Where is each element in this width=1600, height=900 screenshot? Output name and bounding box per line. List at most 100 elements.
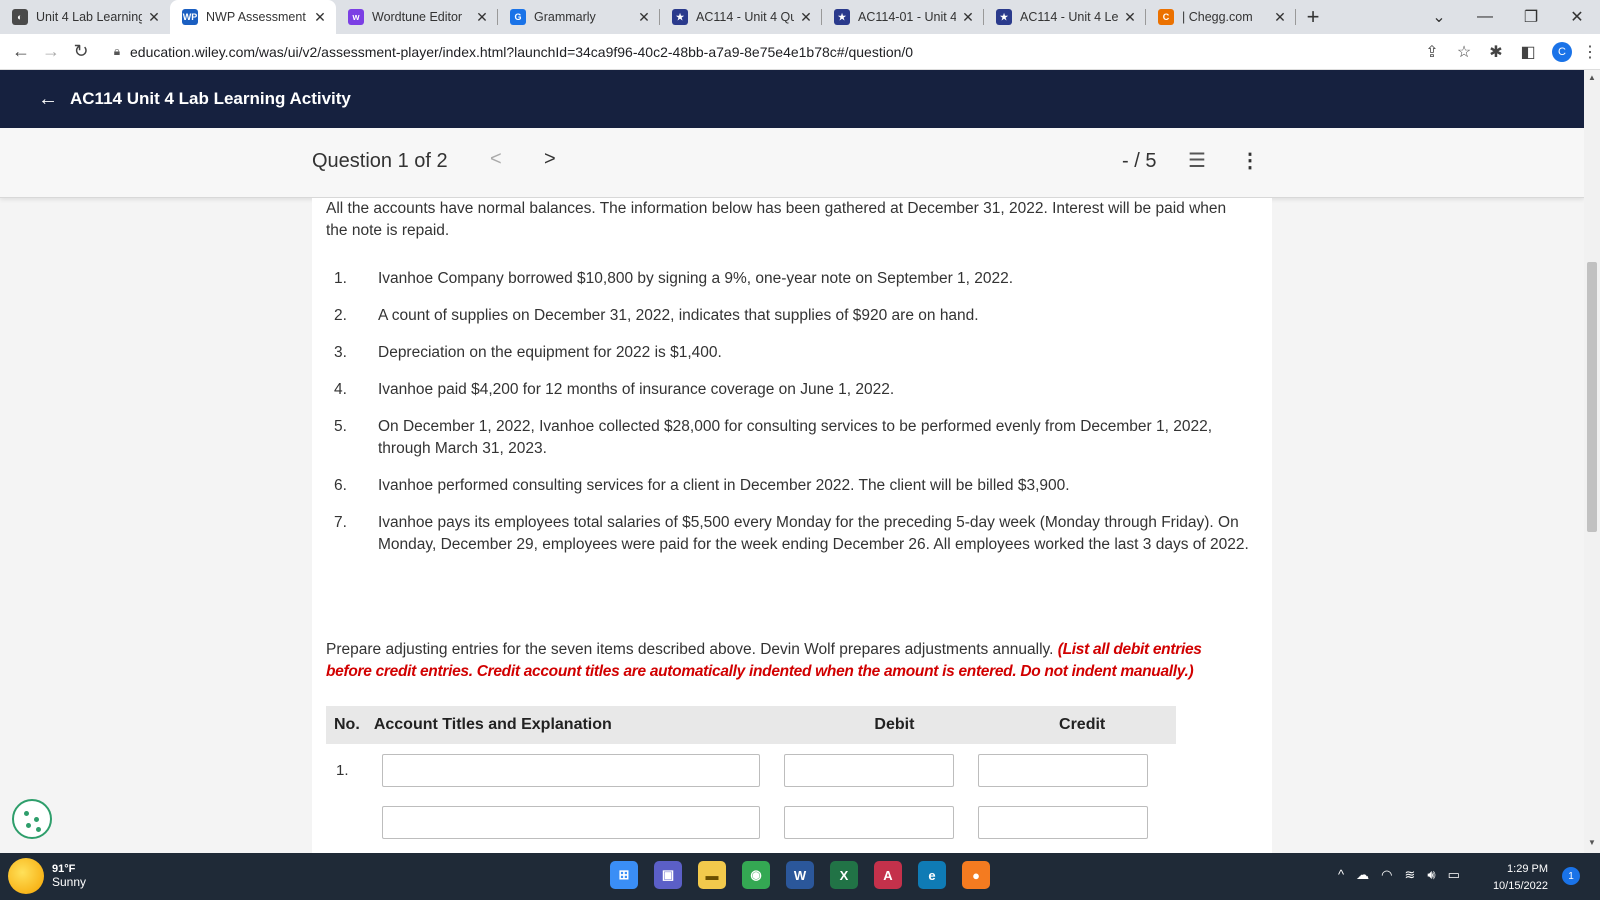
browser-tab[interactable]: ◐ Unit 4 Lab Learning ✕ <box>0 0 170 34</box>
more-options-icon[interactable]: ⋮ <box>1240 148 1260 173</box>
wifi-icon[interactable]: ≋ <box>1404 867 1415 883</box>
volume-icon[interactable]: 🔊︎ <box>1427 867 1435 883</box>
browser-tab[interactable]: ★ AC114 - Unit 4 Quiz ✕ <box>660 0 822 34</box>
col-debit-header: Debit <box>874 716 915 733</box>
score-display: - / 5 <box>1122 150 1157 172</box>
grammarly-icon: G <box>510 9 526 25</box>
item-number: 6. <box>334 477 347 494</box>
scroll-down-icon[interactable]: ▼ <box>1588 838 1596 847</box>
star-badge-icon: ★ <box>996 9 1012 25</box>
windows-taskbar: 91°F Sunny ⊞ ▣ ▬ ◉ W X A e ● ^ ☁ ◠ ≋ 🔊︎ … <box>0 853 1600 900</box>
back-arrow-icon[interactable]: ← <box>38 88 58 111</box>
browser-tab[interactable]: ★ AC114 - Unit 4 Learning ✕ <box>984 0 1146 34</box>
debit-input[interactable] <box>784 754 954 787</box>
browser-tab[interactable]: C | Chegg.com ✕ <box>1146 0 1296 34</box>
access-icon[interactable]: A <box>874 861 902 889</box>
browser-menu-icon[interactable]: ⋮ <box>1580 42 1600 62</box>
browser-tab[interactable]: w Wordtune Editor ✕ <box>336 0 498 34</box>
tab-search-icon[interactable]: ⌄ <box>1416 0 1462 34</box>
restore-icon[interactable]: ❐ <box>1508 0 1554 34</box>
browser-tab[interactable]: ★ AC114-01 - Unit 4 ✕ <box>822 0 984 34</box>
journal-header-row: No. Account Titles and Explanation Debit… <box>326 706 1176 744</box>
system-clock[interactable]: 1:29 PM 10/15/2022 <box>1488 861 1548 895</box>
close-tab-icon[interactable]: ✕ <box>474 9 490 26</box>
close-tab-icon[interactable]: ✕ <box>798 9 814 26</box>
file-explorer-icon[interactable]: ▬ <box>698 861 726 889</box>
notification-badge[interactable]: 1 <box>1562 867 1580 885</box>
clock-date: 10/15/2022 <box>1492 880 1548 892</box>
lock-icon: 🔒︎ <box>113 44 121 58</box>
side-panel-icon[interactable]: ◧ <box>1512 42 1544 62</box>
close-tab-icon[interactable]: ✕ <box>636 9 652 26</box>
forward-icon[interactable]: → <box>36 41 66 62</box>
word-icon[interactable]: W <box>786 861 814 889</box>
journal-row: 1. <box>326 744 1176 796</box>
tab-title: AC114-01 - Unit 4 <box>858 10 956 24</box>
maps-pin-icon[interactable]: ● <box>962 861 990 889</box>
next-question-icon[interactable]: > <box>544 148 556 171</box>
question-counter: Question 1 of 2 <box>312 150 448 172</box>
adjustment-item: 6. Ivanhoe performed consulting services … <box>326 475 1256 497</box>
previous-question-icon[interactable]: < <box>490 148 502 171</box>
show-hidden-icons-icon[interactable]: ^ <box>1338 867 1344 883</box>
credit-input[interactable] <box>978 754 1148 787</box>
activity-title[interactable]: AC114 Unit 4 Lab Learning Activity <box>70 89 351 109</box>
col-account-header: Account Titles and Explanation <box>373 716 612 733</box>
teams-icon[interactable]: ▣ <box>654 861 682 889</box>
question-list-icon[interactable]: ☰ <box>1188 148 1206 173</box>
reload-icon[interactable]: ↻ <box>66 41 96 62</box>
close-tab-icon[interactable]: ✕ <box>960 9 976 26</box>
minimize-icon[interactable]: — <box>1462 0 1508 34</box>
globe-icon: ◐ <box>12 9 28 25</box>
back-icon[interactable]: ← <box>6 41 36 62</box>
excel-icon[interactable]: X <box>830 861 858 889</box>
tab-title: AC114 - Unit 4 Learning <box>1020 10 1118 24</box>
close-tab-icon[interactable]: ✕ <box>1272 9 1288 26</box>
tab-title: Wordtune Editor <box>372 10 463 24</box>
cloud-icon[interactable]: ☁ <box>1356 867 1369 883</box>
browser-tab[interactable]: G Grammarly ✕ <box>498 0 660 34</box>
close-tab-icon[interactable]: ✕ <box>1122 9 1138 26</box>
pinned-apps: ⊞ ▣ ▬ ◉ W X A e ● <box>610 861 1006 889</box>
address-bar[interactable]: 🔒︎ education.wiley.com/was/ui/v2/assessm… <box>104 37 1408 66</box>
adjustment-item: 4. Ivanhoe paid $4,200 for 12 months of i… <box>326 379 1256 401</box>
question-content: All the accounts have normal balances. T… <box>312 198 1272 853</box>
scroll-up-icon[interactable]: ▲ <box>1588 73 1596 82</box>
profile-avatar[interactable]: C <box>1552 41 1572 62</box>
network-icon[interactable]: ◠ <box>1381 867 1392 883</box>
chrome-icon[interactable]: ◉ <box>742 861 770 889</box>
edge-icon[interactable]: e <box>918 861 946 889</box>
item-number: 3. <box>334 344 347 361</box>
page-scrollbar[interactable]: ▲ ▼ <box>1584 70 1600 853</box>
tab-title: | Chegg.com <box>1182 10 1253 24</box>
item-number: 5. <box>334 418 347 435</box>
tab-title: Unit 4 Lab Learning <box>36 10 142 24</box>
scroll-thumb[interactable] <box>1587 262 1597 532</box>
account-title-input[interactable] <box>382 754 760 787</box>
tab-title: AC114 - Unit 4 Quiz <box>696 10 794 24</box>
weather-condition: Sunny <box>52 875 87 889</box>
item-text: On December 1, 2022, Ivanhoe collected $… <box>378 418 1213 457</box>
new-tab-button[interactable]: + <box>1296 4 1330 30</box>
extensions-icon[interactable]: ✱ <box>1480 42 1512 62</box>
bookmark-star-icon[interactable]: ☆ <box>1448 42 1480 62</box>
start-menu-icon[interactable]: ⊞ <box>610 861 638 889</box>
cookie-settings-icon[interactable] <box>12 799 52 839</box>
item-number: 4. <box>334 381 347 398</box>
close-window-icon[interactable]: ✕ <box>1554 0 1600 34</box>
sun-icon <box>8 858 44 894</box>
account-title-input[interactable] <box>382 806 760 839</box>
close-tab-icon[interactable]: ✕ <box>146 9 162 26</box>
close-tab-icon[interactable]: ✕ <box>312 9 328 26</box>
browser-tab[interactable]: WP NWP Assessment Player ✕ <box>170 0 336 34</box>
prompt-text: Prepare adjusting entries for the seven … <box>326 641 1058 658</box>
credit-input[interactable] <box>978 806 1148 839</box>
adjustment-item: 3. Depreciation on the equipment for 2022… <box>326 342 1256 364</box>
battery-icon[interactable]: ▭ <box>1448 867 1460 883</box>
item-text: A count of supplies on December 31, 2022… <box>378 307 979 324</box>
star-badge-icon: ★ <box>834 9 850 25</box>
share-icon[interactable]: ⇪ <box>1416 42 1448 62</box>
item-text: Ivanhoe pays its employees total salarie… <box>378 514 1249 553</box>
weather-widget[interactable]: 91°F Sunny <box>8 858 86 894</box>
debit-input[interactable] <box>784 806 954 839</box>
